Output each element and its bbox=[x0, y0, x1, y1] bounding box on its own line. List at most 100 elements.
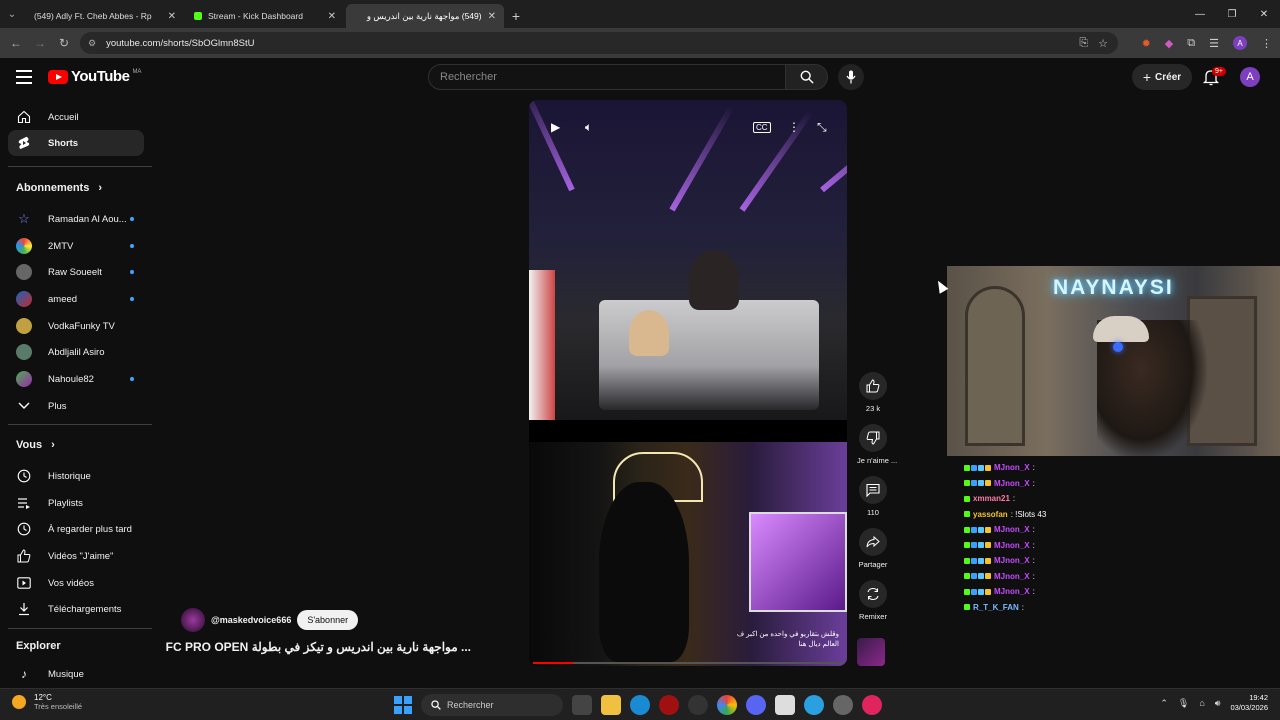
youtube-logo[interactable]: YouTube MA bbox=[48, 68, 141, 85]
share-button[interactable]: Partager bbox=[857, 528, 889, 569]
channel-avatar[interactable] bbox=[181, 608, 205, 632]
app-icon[interactable] bbox=[775, 695, 795, 715]
back-icon[interactable]: ← bbox=[4, 36, 28, 50]
thumbs-down-icon bbox=[866, 431, 880, 445]
sidebar-item-history[interactable]: Historique bbox=[8, 463, 144, 489]
volume-icon[interactable]: 🔈︎ bbox=[585, 120, 592, 135]
chevron-up-icon[interactable]: ⌃ bbox=[1160, 698, 1168, 709]
sidebar-item-label: À regarder plus tard bbox=[48, 523, 132, 535]
extension-icon[interactable]: ✹ bbox=[1142, 37, 1151, 50]
bookmark-star-icon[interactable]: ☆ bbox=[1098, 37, 1108, 50]
network-icon[interactable]: ⌂ bbox=[1199, 698, 1204, 708]
telegram-icon[interactable] bbox=[804, 695, 824, 715]
reload-icon[interactable]: ↻ bbox=[52, 36, 76, 50]
sidebar-more[interactable]: Plus bbox=[8, 393, 144, 419]
subscribe-button[interactable]: S'abonner bbox=[297, 610, 359, 630]
edge-icon[interactable] bbox=[630, 695, 650, 715]
extension-icon[interactable]: ◆ bbox=[1165, 37, 1173, 50]
subscription-item[interactable]: VodkaFunky TV bbox=[8, 313, 144, 339]
browser-menu-icon[interactable]: ⋮ bbox=[1261, 37, 1272, 50]
discord-icon[interactable] bbox=[746, 695, 766, 715]
fullscreen-icon[interactable]: ⤡ bbox=[817, 120, 827, 135]
new-content-dot bbox=[130, 297, 134, 301]
restore-icon[interactable]: ❐ bbox=[1216, 0, 1248, 28]
extensions-puzzle-icon[interactable]: ⧉ bbox=[1187, 37, 1195, 50]
sidebar-item-watch-later[interactable]: À regarder plus tard bbox=[8, 516, 144, 542]
search-input[interactable]: Rechercher bbox=[428, 64, 786, 90]
tab-search-icon[interactable]: ⌄ bbox=[0, 0, 24, 28]
speaker-icon[interactable]: 🔊︎ bbox=[1215, 698, 1221, 709]
file-explorer-icon[interactable] bbox=[601, 695, 621, 715]
browser-tab[interactable]: (549) Adly Ft. Cheb Abbes - Rp ✕ bbox=[26, 4, 184, 70]
more-options-icon[interactable]: ⋮ bbox=[788, 120, 800, 134]
video-title[interactable]: ... مواجهة نارية بين اندريس و تيكز في بط… bbox=[166, 640, 471, 654]
video-progress-bar[interactable] bbox=[533, 662, 843, 664]
logo-country-code: MA bbox=[132, 68, 142, 75]
sidebar-item-home[interactable]: Accueil bbox=[8, 104, 144, 130]
chat-message: MJnon_X: bbox=[964, 584, 1224, 600]
start-icon[interactable] bbox=[394, 696, 412, 714]
reading-list-icon[interactable]: ☰ bbox=[1209, 37, 1219, 50]
voice-search-button[interactable] bbox=[838, 64, 864, 90]
you-heading[interactable]: Vous › bbox=[16, 439, 55, 451]
comments-button[interactable]: 110 bbox=[857, 476, 889, 517]
subscription-label: Nahoule82 bbox=[48, 373, 94, 385]
close-window-icon[interactable]: ✕ bbox=[1248, 0, 1280, 28]
search-button[interactable] bbox=[786, 64, 828, 90]
sidebar-item-shorts[interactable]: Shorts bbox=[8, 130, 144, 156]
like-button[interactable]: 23 k bbox=[857, 372, 889, 413]
browser-tab-active[interactable]: (549) مواجهة نارية بين اندريس و ✕ bbox=[346, 4, 504, 70]
address-bar[interactable]: ⚙ youtube.com/shorts/SbOGlmn8StU ⎘ ☆ bbox=[80, 32, 1118, 54]
chevron-down-icon bbox=[16, 398, 32, 414]
subscription-item[interactable]: ameed bbox=[8, 286, 144, 312]
remix-button[interactable]: Remixer bbox=[857, 580, 889, 621]
settings-icon[interactable] bbox=[833, 695, 853, 715]
subscription-item[interactable]: Raw Soueelt bbox=[8, 259, 144, 285]
sidebar-item-music[interactable]: ♪ Musique bbox=[8, 661, 144, 687]
time: 19:42 bbox=[1249, 693, 1268, 702]
app-icon[interactable] bbox=[862, 695, 882, 715]
hamburger-menu-icon[interactable] bbox=[16, 70, 32, 88]
forward-icon[interactable]: → bbox=[28, 36, 52, 50]
browser-profile-avatar[interactable]: A bbox=[1233, 36, 1247, 50]
dislike-button[interactable]: Je n'aime ... bbox=[857, 424, 897, 465]
close-tab-icon[interactable]: ✕ bbox=[328, 11, 336, 22]
sound-thumbnail[interactable] bbox=[857, 638, 885, 666]
app-icon[interactable] bbox=[688, 695, 708, 715]
video-icon bbox=[16, 575, 32, 591]
chrome-icon[interactable] bbox=[717, 695, 737, 715]
closed-captions-icon[interactable]: CC bbox=[753, 122, 771, 133]
watch-later-icon bbox=[16, 521, 32, 537]
clock[interactable]: 19:42 03/03/2026 bbox=[1230, 693, 1268, 713]
create-button[interactable]: + Créer bbox=[1132, 64, 1192, 90]
close-tab-icon[interactable]: ✕ bbox=[488, 11, 496, 22]
sidebar-item-liked-videos[interactable]: Vidéos "J'aime" bbox=[8, 543, 144, 569]
microphone-icon[interactable]: 🎙︎ bbox=[1178, 698, 1189, 709]
taskbar-search[interactable]: Rechercher bbox=[421, 694, 563, 716]
install-app-icon[interactable]: ⎘ bbox=[1079, 37, 1088, 50]
microphone-icon bbox=[846, 70, 856, 84]
minimize-icon[interactable]: — bbox=[1184, 0, 1216, 28]
subscription-item[interactable]: 2MTV bbox=[8, 233, 144, 259]
sidebar-item-downloads[interactable]: Téléchargements bbox=[8, 596, 144, 622]
chat-message: MJnon_X: bbox=[964, 553, 1224, 569]
subscription-item[interactable]: Abdljalil Asiro bbox=[8, 339, 144, 365]
tab-label: (549) مواجهة نارية بين اندريس و bbox=[366, 10, 482, 21]
close-tab-icon[interactable]: ✕ bbox=[168, 11, 176, 22]
history-icon bbox=[16, 468, 32, 484]
new-tab-icon[interactable]: + bbox=[504, 4, 528, 28]
subscriptions-heading[interactable]: Abonnements › bbox=[16, 182, 102, 194]
sidebar-item-playlists[interactable]: Playlists bbox=[8, 490, 144, 516]
subscription-item[interactable]: ☆ Ramadan Al Aou... bbox=[8, 206, 144, 232]
subscription-item[interactable]: Nahoule82 bbox=[8, 366, 144, 392]
channel-handle[interactable]: @maskedvoice666 bbox=[211, 615, 291, 625]
task-view-icon[interactable] bbox=[572, 695, 592, 715]
shorts-player[interactable]: ▶ 🔈︎ CC ⋮ ⤡ وقلش بتقاريو في واحده من اكب… bbox=[529, 100, 847, 666]
sidebar-item-your-videos[interactable]: Vos vidéos bbox=[8, 570, 144, 596]
browser-tab[interactable]: Stream - Kick Dashboard ✕ bbox=[186, 4, 344, 28]
app-icon[interactable] bbox=[659, 695, 679, 715]
weather-widget[interactable]: 12°C Très ensoleillé bbox=[12, 693, 82, 711]
play-icon[interactable]: ▶ bbox=[551, 120, 560, 134]
account-avatar[interactable]: A bbox=[1240, 67, 1260, 87]
site-info-icon[interactable]: ⚙ bbox=[88, 38, 96, 49]
